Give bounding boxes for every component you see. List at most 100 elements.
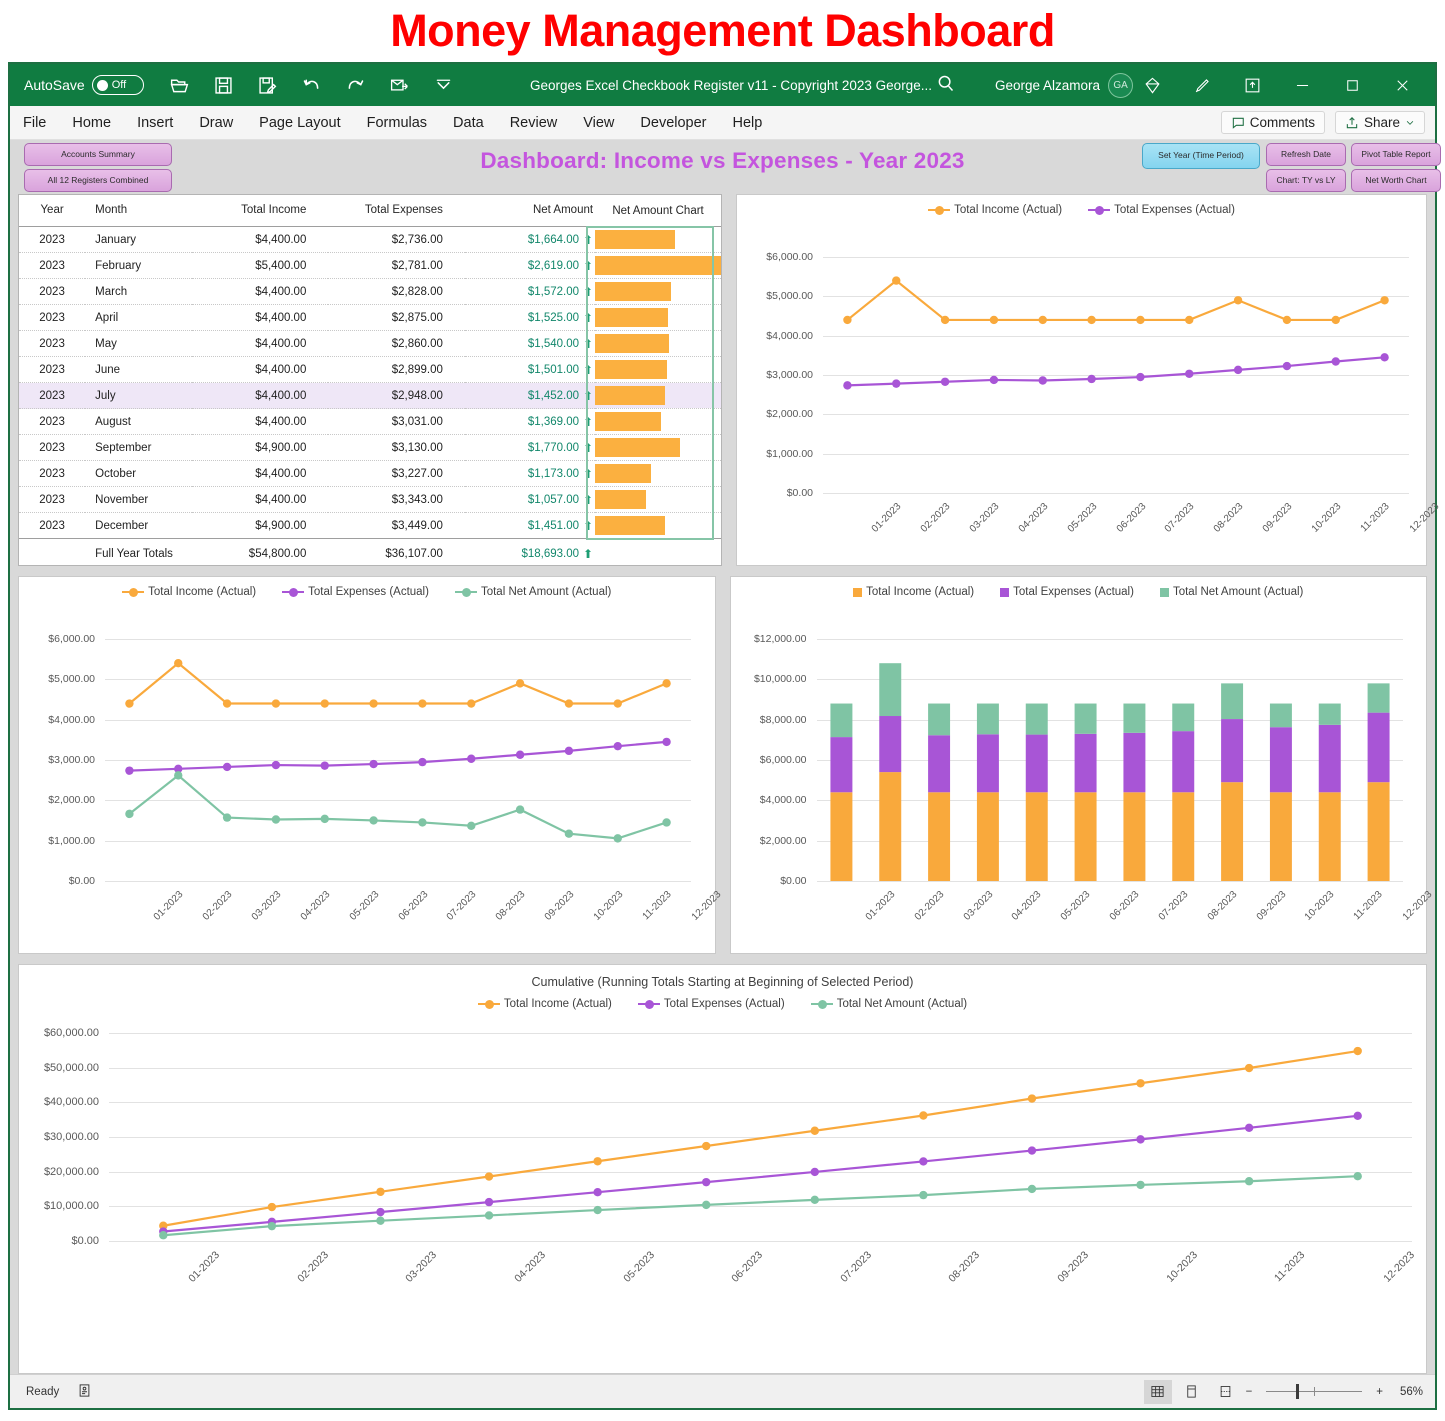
totals-label: Full Year Totals [85, 539, 192, 567]
tab-draw[interactable]: Draw [186, 108, 246, 138]
tab-page-layout[interactable]: Page Layout [246, 108, 353, 138]
table-row[interactable]: 2023April$4,400.00$2,875.00$1,525.00⬆ [19, 305, 721, 331]
legend-label: Total Income (Actual) [504, 998, 612, 1010]
cell-month: November [85, 487, 192, 513]
chart-cumulative[interactable]: Cumulative (Running Totals Starting at B… [18, 964, 1427, 1374]
tab-home[interactable]: Home [59, 108, 124, 138]
data-point [223, 763, 231, 771]
table-row[interactable]: 2023January$4,400.00$2,736.00$1,664.00⬆ [19, 227, 721, 253]
cell-total-income: $4,400.00 [192, 461, 329, 487]
table-row[interactable]: 2023May$4,400.00$2,860.00$1,540.00⬆ [19, 331, 721, 357]
pivot-table-report-button[interactable]: Pivot Table Report [1351, 143, 1441, 166]
register-table: Year Month Total Income Total Expenses N… [19, 195, 721, 566]
title-bar: AutoSave Off [10, 64, 1435, 106]
set-year-button[interactable]: Set Year (Time Period) [1142, 143, 1260, 169]
normal-view-button[interactable] [1144, 1380, 1172, 1404]
save-icon[interactable] [202, 70, 246, 100]
share-button[interactable]: Share [1335, 111, 1425, 134]
table-row[interactable]: 2023July$4,400.00$2,948.00$1,452.00⬆ [19, 383, 721, 409]
tab-review[interactable]: Review [497, 108, 571, 138]
data-point [662, 679, 670, 687]
cell-net-amount: $1,452.00⬆ [465, 383, 595, 409]
maximize-button[interactable] [1327, 69, 1377, 101]
accessibility-checker-icon[interactable] [77, 1383, 92, 1401]
tab-formulas[interactable]: Formulas [354, 108, 440, 138]
up-arrow-icon: ⬆ [583, 494, 593, 506]
status-right: − + 56% [1144, 1380, 1423, 1404]
cell-total-expenses: $2,736.00 [328, 227, 465, 253]
data-point [702, 1201, 710, 1209]
data-point [614, 699, 622, 707]
zoom-out-button[interactable]: − [1246, 1386, 1253, 1398]
tab-help[interactable]: Help [720, 108, 776, 138]
table-row[interactable]: 2023June$4,400.00$2,899.00$1,501.00⬆ [19, 357, 721, 383]
save-as-icon[interactable] [246, 70, 290, 100]
customize-qat-icon[interactable] [422, 70, 466, 100]
data-point [321, 815, 329, 823]
share-label: Share [1364, 115, 1400, 130]
data-point [1245, 1064, 1253, 1072]
ribbon-display-icon[interactable] [1227, 69, 1277, 101]
page-title: Money Management Dashboard [0, 0, 1445, 62]
tab-view[interactable]: View [570, 108, 627, 138]
data-point [843, 316, 851, 324]
undo-icon[interactable] [290, 70, 334, 100]
data-point [892, 379, 900, 387]
header-year: Year [19, 195, 85, 227]
user-account[interactable]: George Alzamora GA [995, 73, 1133, 98]
data-bar [595, 230, 675, 249]
zoom-in-button[interactable]: + [1376, 1386, 1383, 1398]
refresh-date-button[interactable]: Refresh Date [1266, 143, 1346, 166]
comments-button[interactable]: Comments [1221, 111, 1325, 134]
data-point [614, 834, 622, 842]
chart-income-vs-expenses[interactable]: Total Income (Actual)Total Expenses (Act… [736, 194, 1427, 566]
send-email-icon[interactable] [378, 70, 422, 100]
page-layout-view-button[interactable] [1178, 1380, 1206, 1404]
cell-net-amount: $1,369.00⬆ [465, 409, 595, 435]
redo-icon[interactable] [334, 70, 378, 100]
autosave-toggle[interactable]: Off [92, 75, 144, 95]
cell-year: 2023 [19, 487, 85, 513]
data-point [1354, 1047, 1362, 1055]
data-point [702, 1178, 710, 1186]
zoom-slider[interactable] [1266, 1391, 1362, 1392]
legend-item: Total Net Amount (Actual) [455, 586, 611, 598]
page-break-view-button[interactable] [1212, 1380, 1240, 1404]
open-icon[interactable] [158, 70, 202, 100]
table-row[interactable]: 2023October$4,400.00$3,227.00$1,173.00⬆ [19, 461, 721, 487]
table-row[interactable]: 2023February$5,400.00$2,781.00$2,619.00⬆ [19, 253, 721, 279]
cell-total-expenses: $2,948.00 [328, 383, 465, 409]
search-icon[interactable] [935, 73, 956, 97]
tab-insert[interactable]: Insert [124, 108, 186, 138]
table-row[interactable]: 2023August$4,400.00$3,031.00$1,369.00⬆ [19, 409, 721, 435]
data-point [1332, 316, 1340, 324]
minimize-button[interactable] [1277, 69, 1327, 101]
table-row[interactable]: 2023March$4,400.00$2,828.00$1,572.00⬆ [19, 279, 721, 305]
cell-total-expenses: $3,227.00 [328, 461, 465, 487]
net-worth-chart-button[interactable]: Net Worth Chart [1351, 169, 1441, 192]
autosave-control[interactable]: AutoSave Off [24, 75, 144, 95]
chart-series-layer [731, 611, 1417, 947]
data-point [565, 829, 573, 837]
bar-segment [830, 737, 852, 792]
zoom-level[interactable]: 56% [1389, 1386, 1423, 1398]
data-point [223, 699, 231, 707]
table-row[interactable]: 2023December$4,900.00$3,449.00$1,451.00⬆ [19, 513, 721, 539]
tab-data[interactable]: Data [440, 108, 497, 138]
zoom-slider-thumb[interactable] [1296, 1384, 1299, 1399]
chart-income-expenses-net[interactable]: Total Income (Actual)Total Expenses (Act… [18, 576, 716, 954]
close-button[interactable] [1377, 69, 1427, 101]
table-row[interactable]: 2023November$4,400.00$3,343.00$1,057.00⬆ [19, 487, 721, 513]
bar-segment [928, 792, 950, 881]
table-row[interactable]: 2023September$4,900.00$3,130.00$1,770.00… [19, 435, 721, 461]
bar-segment [1172, 731, 1194, 792]
pen-icon[interactable] [1177, 69, 1227, 101]
chart-ty-vs-ly-button[interactable]: Chart: TY vs LY [1266, 169, 1346, 192]
chart-stacked-bar[interactable]: Total Income (Actual)Total Expenses (Act… [730, 576, 1428, 954]
diamond-icon[interactable] [1127, 69, 1177, 101]
tab-developer[interactable]: Developer [627, 108, 719, 138]
legend-item: Total Net Amount (Actual) [1160, 586, 1303, 598]
legend-label: Total Net Amount (Actual) [837, 998, 967, 1010]
tab-file[interactable]: File [10, 108, 59, 138]
data-point [1028, 1185, 1036, 1193]
